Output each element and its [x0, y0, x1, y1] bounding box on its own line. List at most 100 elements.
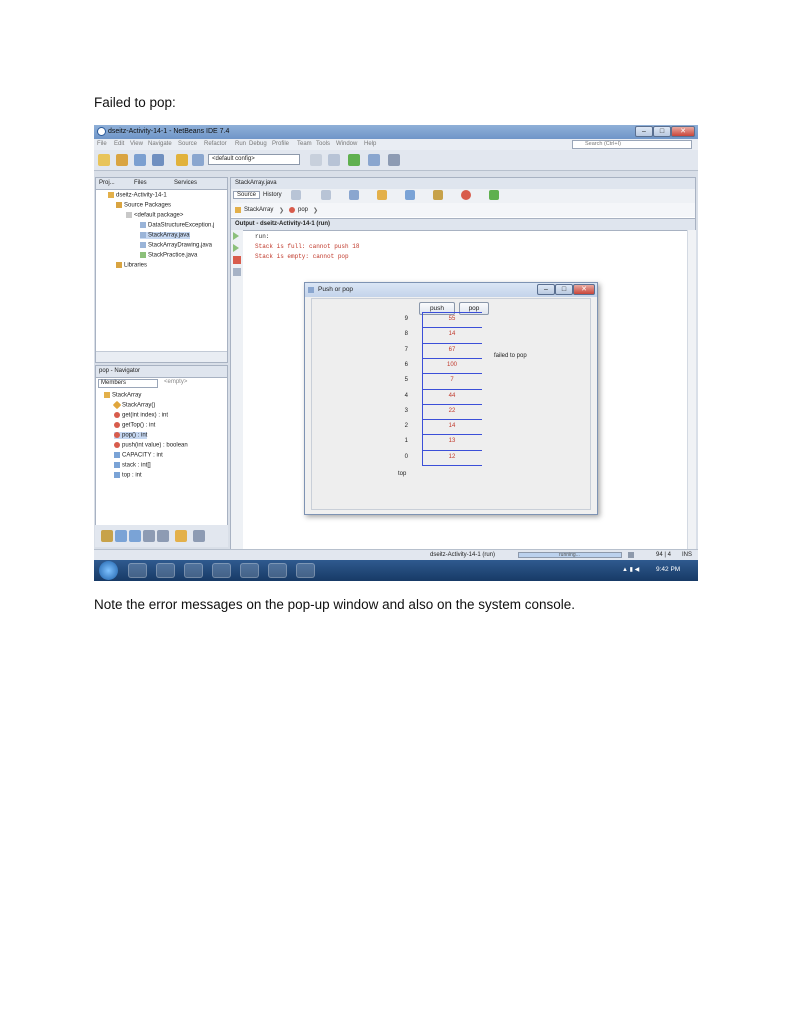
history-tab[interactable]: History — [263, 192, 282, 198]
chrome-icon[interactable] — [156, 563, 175, 578]
breadcrumb-method[interactable]: pop — [298, 207, 308, 213]
nav-item-field[interactable]: top : int — [114, 472, 142, 479]
menu-team[interactable]: Team — [297, 141, 312, 147]
tab-files[interactable]: Files — [134, 180, 147, 186]
nav-item-class[interactable]: StackArray — [104, 392, 141, 399]
new-project-icon[interactable] — [98, 154, 110, 166]
empty-filter-select[interactable]: <empty> — [164, 379, 187, 385]
nav-item-method[interactable]: push(int value) : boolean — [114, 442, 188, 449]
close-button[interactable]: ✕ — [671, 126, 695, 137]
breadcrumb-class[interactable]: StackArray — [244, 207, 273, 213]
stack-index: 2 — [404, 423, 408, 430]
menu-file[interactable]: File — [97, 141, 107, 147]
sort-icon[interactable] — [101, 530, 113, 542]
filter-fields-icon[interactable] — [115, 530, 127, 542]
netbeans-taskbar-icon[interactable] — [268, 563, 287, 578]
tree-item-source-packages[interactable]: Source Packages — [116, 202, 171, 209]
tree-item-file[interactable]: StackPractice.java — [140, 252, 197, 259]
dialog-maximize-button[interactable]: □ — [555, 284, 573, 295]
explorer-icon[interactable] — [184, 563, 203, 578]
filter-inherited-icon[interactable] — [157, 530, 169, 542]
vertical-scrollbar[interactable] — [687, 230, 696, 556]
ie-icon[interactable] — [128, 563, 147, 578]
open-project-icon[interactable] — [134, 154, 146, 166]
cancel-task-icon[interactable] — [628, 552, 634, 558]
dialog-close-button[interactable]: ✕ — [573, 284, 595, 295]
tree-item-file[interactable]: StackArray.java — [140, 232, 190, 239]
menu-edit[interactable]: Edit — [114, 141, 124, 147]
members-filter-select[interactable]: Members — [98, 379, 158, 388]
menu-navigate[interactable]: Navigate — [148, 141, 172, 147]
new-file-icon[interactable] — [116, 154, 128, 166]
toggle-bookmark-icon[interactable] — [405, 190, 415, 200]
nav-item-method[interactable]: pop() : int — [114, 432, 148, 439]
menu-profile[interactable]: Profile — [272, 141, 289, 147]
horizontal-scrollbar[interactable] — [96, 351, 227, 362]
filter-nonpublic-icon[interactable] — [143, 530, 155, 542]
menu-view[interactable]: View — [130, 141, 143, 147]
nav-item-method[interactable]: get(int index) : int — [114, 412, 168, 419]
nav-item-method[interactable]: getTop() : int — [114, 422, 155, 429]
window-title: dseitz-Activity-14-1 - NetBeans IDE 7.4 — [108, 128, 230, 135]
media-icon[interactable] — [212, 563, 231, 578]
menu-debug[interactable]: Debug — [249, 141, 267, 147]
debug-icon[interactable] — [368, 154, 380, 166]
run-icon[interactable] — [348, 154, 360, 166]
word-icon[interactable] — [240, 563, 259, 578]
rerun-different-icon[interactable] — [233, 244, 239, 252]
tab-services[interactable]: Services — [174, 180, 197, 186]
output-tab[interactable]: Output - dseitz-Activity-14-1 (run) — [235, 221, 330, 227]
menu-run[interactable]: Run — [235, 141, 246, 147]
pop-button[interactable]: pop — [459, 302, 489, 315]
menu-tools[interactable]: Tools — [316, 141, 330, 147]
profile-icon[interactable] — [388, 154, 400, 166]
last-edit-icon[interactable] — [291, 190, 301, 200]
settings-icon[interactable] — [233, 268, 241, 276]
maximize-button[interactable]: □ — [653, 126, 671, 137]
java-app-taskbar-icon[interactable] — [296, 563, 315, 578]
menu-help[interactable]: Help — [364, 141, 376, 147]
javadoc-icon[interactable] — [193, 530, 205, 542]
stop-icon[interactable] — [233, 256, 241, 264]
tab-projects[interactable]: Proj... — [99, 180, 115, 186]
comment-icon[interactable] — [489, 190, 499, 200]
menu-window[interactable]: Window — [336, 141, 357, 147]
build-icon[interactable] — [310, 154, 322, 166]
record-macro-icon[interactable] — [461, 190, 471, 200]
stack-cell-border — [422, 327, 482, 329]
menu-refactor[interactable]: Refactor — [204, 141, 227, 147]
tree-item-file[interactable]: DataStructureException.j — [140, 222, 214, 229]
nav-item-field[interactable]: CAPACITY : int — [114, 452, 163, 459]
find-icon[interactable] — [349, 190, 359, 200]
field-icon — [114, 452, 120, 458]
tree-item-default-package[interactable]: <default package> — [126, 212, 183, 219]
dialog-minimize-button[interactable]: – — [537, 284, 555, 295]
source-tab[interactable]: Source — [233, 191, 261, 199]
shift-left-icon[interactable] — [433, 190, 443, 200]
tree-item-libraries[interactable]: Libraries — [116, 262, 147, 269]
filter-static-icon[interactable] — [129, 530, 141, 542]
clean-build-icon[interactable] — [328, 154, 340, 166]
redo-icon[interactable] — [192, 154, 204, 166]
search-input[interactable]: Search (Ctrl+I) — [572, 140, 692, 149]
fqn-icon[interactable] — [175, 530, 187, 542]
system-tray-icons[interactable]: ▲ ▮ ◀ — [622, 566, 639, 573]
stack-cell-border — [422, 419, 482, 421]
undo-icon[interactable] — [176, 154, 188, 166]
push-button[interactable]: push — [419, 302, 455, 315]
configuration-select[interactable]: <default config> — [208, 154, 300, 165]
minimize-button[interactable]: – — [635, 126, 653, 137]
rerun-icon[interactable] — [233, 232, 239, 240]
tree-item-file[interactable]: StackArrayDrawing.java — [140, 242, 212, 249]
toggle-highlight-icon[interactable] — [377, 190, 387, 200]
nav-item-constructor[interactable]: StackArray() — [112, 400, 155, 410]
menu-source[interactable]: Source — [178, 141, 197, 147]
nav-item-field[interactable]: stack : int[] — [114, 462, 151, 469]
method-icon — [114, 422, 120, 428]
editor-tab-stackarray[interactable]: StackArray.java — [235, 180, 277, 186]
save-all-icon[interactable] — [152, 154, 164, 166]
start-button[interactable] — [99, 561, 118, 580]
insert-mode: INS — [682, 552, 693, 558]
back-icon[interactable] — [321, 190, 331, 200]
tree-item-project[interactable]: dseitz-Activity-14-1 — [108, 192, 167, 199]
